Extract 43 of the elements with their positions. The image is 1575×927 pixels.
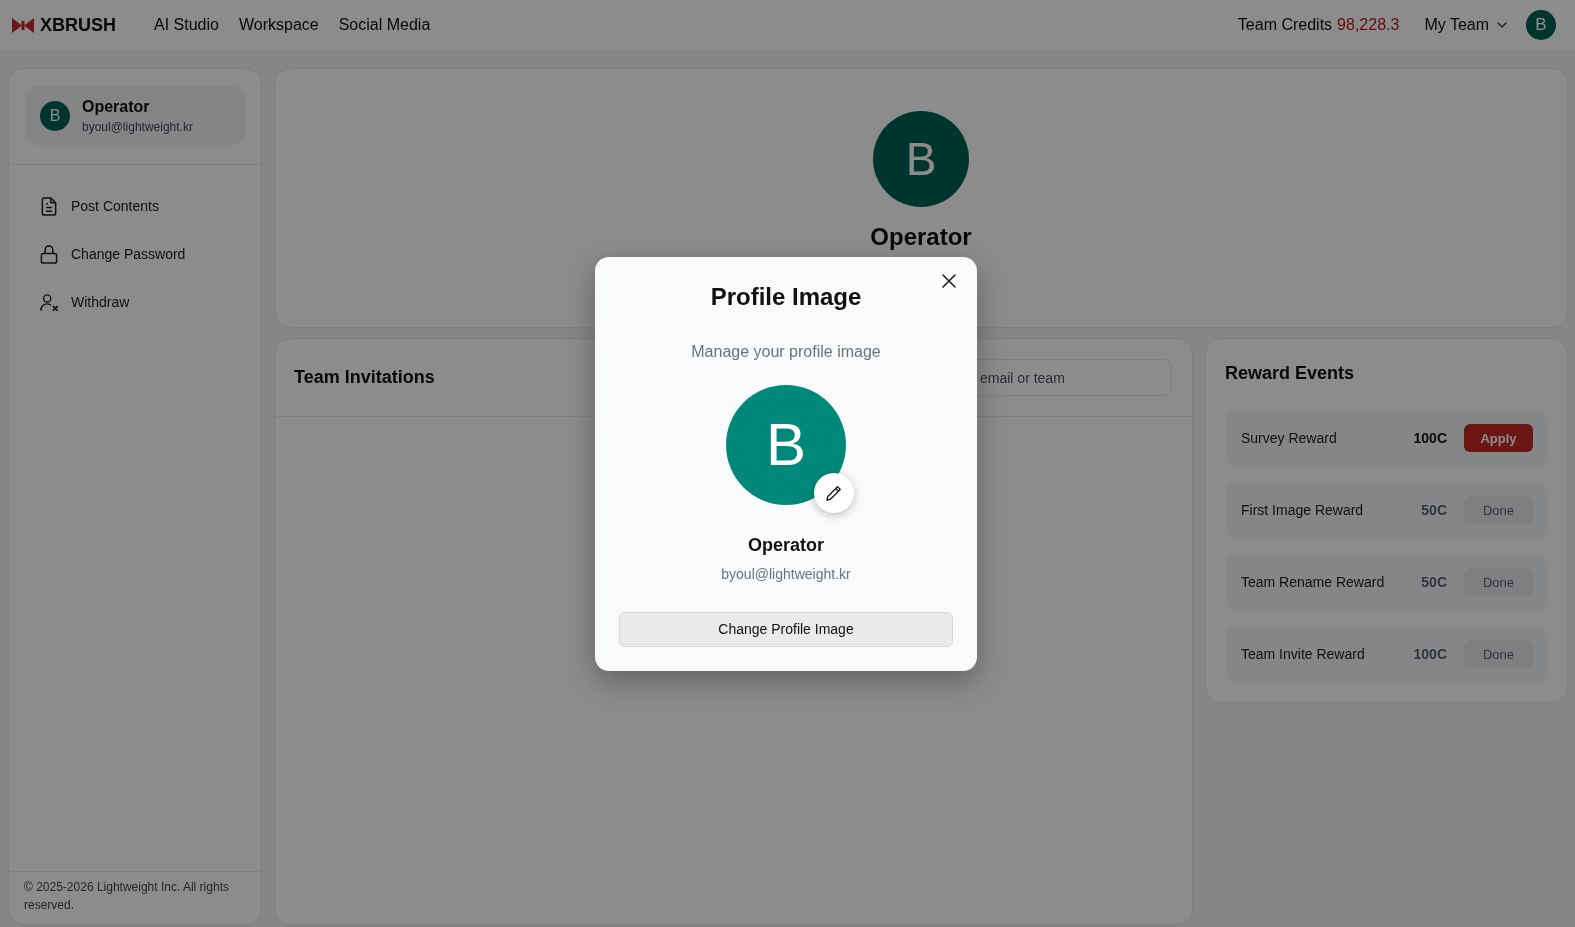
pencil-icon (826, 484, 842, 501)
nav-link[interactable]: AI Studio (154, 16, 219, 34)
reward-amount: 50C (1421, 574, 1447, 590)
sidebar-menu-item[interactable]: Post Contents (25, 182, 245, 230)
profile-avatar: B (873, 111, 969, 207)
reward-button[interactable]: Apply (1464, 424, 1533, 452)
card-title: Team Invitations (294, 367, 435, 388)
sidebar-menu-item[interactable]: Change Password (25, 230, 245, 278)
reward-name: First Image Reward (1241, 502, 1365, 518)
edit-avatar-button[interactable] (814, 472, 854, 513)
dialog-user-email: byoul@lightweight.kr (721, 564, 851, 584)
reward-amount: 100C (1413, 430, 1447, 446)
reward-name: Survey Reward (1241, 430, 1338, 446)
reward-amount: 50C (1421, 502, 1447, 518)
user-avatar: B (40, 100, 70, 131)
dialog-title: Profile Image (710, 281, 862, 312)
credits-value: 98,228.3 (1337, 16, 1400, 34)
reward-amount: 100C (1413, 646, 1447, 662)
user-remove-icon (40, 292, 58, 312)
reward-name: Team Invite Reward (1241, 646, 1366, 662)
dialog-user-name: Operator (748, 533, 824, 557)
close-icon (941, 272, 957, 289)
reward-name: Team Rename Reward (1241, 574, 1386, 590)
profile-name: Operator (870, 223, 972, 251)
chevron-down-icon (1497, 22, 1507, 28)
logo-text: XBRUSH (40, 14, 116, 36)
lock-icon (40, 244, 58, 264)
change-profile-image-button[interactable]: Change Profile Image (619, 611, 953, 647)
user-email: byoul@lightweight.kr (82, 118, 193, 135)
team-menu-button[interactable]: My Team (1424, 16, 1507, 34)
user-avatar[interactable]: B (1526, 10, 1556, 40)
nav-link[interactable]: Workspace (238, 16, 319, 34)
sidebar-menu-item[interactable]: Withdraw (25, 278, 245, 326)
nav-link[interactable]: Social Media (338, 16, 431, 34)
profile-avatar: B (726, 384, 846, 505)
logo-icon (12, 17, 34, 33)
document-icon (40, 196, 58, 216)
card-title: Reward Events (1225, 363, 1356, 384)
dialog-subtitle: Manage your profile image (691, 341, 881, 362)
close-button[interactable] (941, 272, 957, 289)
user-name: Operator (82, 96, 151, 117)
copyright-text: © 2025-2026 Lightweight Inc. All rights reserved. (24, 879, 230, 914)
credits-label: Team Credits (1237, 16, 1333, 34)
